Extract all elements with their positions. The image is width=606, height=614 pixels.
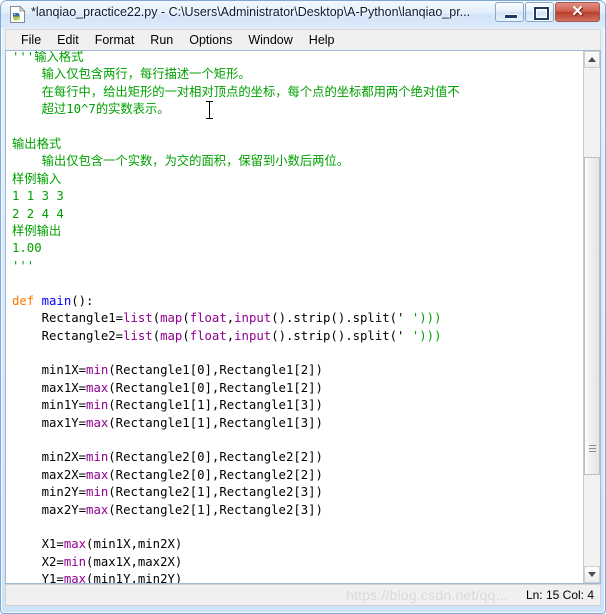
maximize-icon bbox=[534, 7, 549, 20]
close-icon: ✕ bbox=[571, 4, 584, 20]
code-text-area[interactable]: '''输入格式 输入仅包含两行，每行描述一个矩形。 在每行中，给出矩形的一对相对… bbox=[6, 51, 578, 583]
menu-item-options[interactable]: Options bbox=[181, 31, 240, 49]
text-ibeam-cursor bbox=[205, 101, 214, 119]
minimize-button[interactable] bbox=[495, 2, 524, 22]
menu-item-format[interactable]: Format bbox=[87, 31, 143, 49]
menu-item-run[interactable]: Run bbox=[142, 31, 181, 49]
window-title: *lanqiao_practice22.py - C:\Users\Admini… bbox=[31, 5, 471, 19]
status-bar: https://blog.csdn.net/qq... Ln: 15 Col: … bbox=[5, 584, 601, 606]
minimize-icon bbox=[504, 14, 518, 19]
menu-item-help[interactable]: Help bbox=[301, 31, 343, 49]
menu-bar: File Edit Format Run Options Window Help bbox=[5, 29, 601, 50]
title-bar[interactable]: *lanqiao_practice22.py - C:\Users\Admini… bbox=[1, 1, 605, 28]
python-idle-icon bbox=[10, 6, 26, 23]
editor-pane[interactable]: '''输入格式 输入仅包含两行，每行描述一个矩形。 在每行中，给出矩形的一对相对… bbox=[5, 50, 601, 584]
watermark-text: https://blog.csdn.net/qq... bbox=[346, 587, 508, 603]
idle-editor-window: *lanqiao_practice22.py - C:\Users\Admini… bbox=[0, 0, 606, 614]
vertical-scrollbar[interactable] bbox=[583, 51, 600, 583]
maximize-button[interactable] bbox=[525, 2, 554, 22]
scroll-up-button[interactable] bbox=[584, 51, 600, 68]
triangle-down-icon bbox=[588, 572, 596, 577]
triangle-up-icon bbox=[588, 57, 596, 62]
scroll-thumb[interactable] bbox=[584, 157, 600, 475]
scroll-down-button[interactable] bbox=[584, 566, 600, 583]
menu-item-window[interactable]: Window bbox=[240, 31, 300, 49]
cursor-position-indicator: Ln: 15 Col: 4 bbox=[525, 588, 594, 602]
menu-item-file[interactable]: File bbox=[13, 31, 49, 49]
menu-item-edit[interactable]: Edit bbox=[49, 31, 87, 49]
close-button[interactable]: ✕ bbox=[555, 2, 600, 22]
